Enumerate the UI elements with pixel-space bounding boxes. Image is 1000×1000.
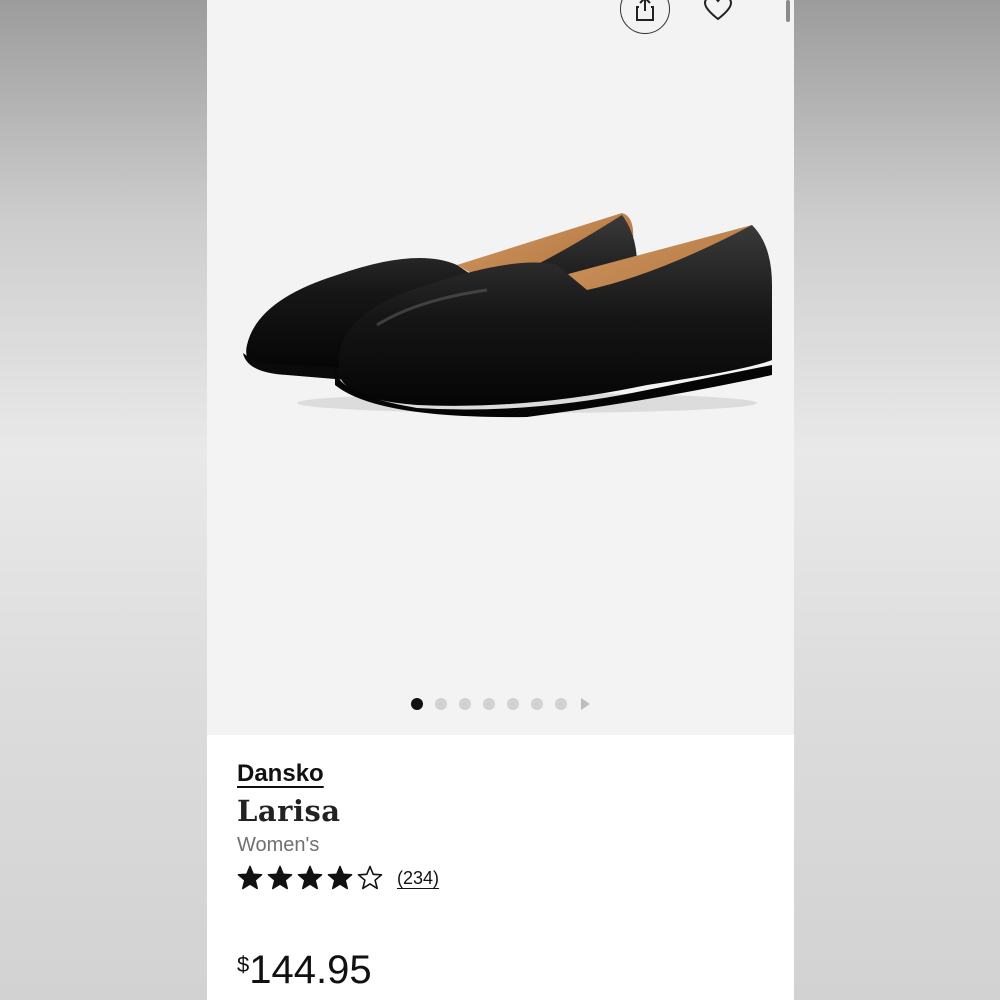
heart-icon bbox=[703, 0, 733, 21]
pagination-dot[interactable] bbox=[507, 698, 519, 710]
product-gender: Women's bbox=[237, 834, 320, 856]
product-info: Dansko Larisa Women's (234) bbox=[237, 760, 774, 891]
star-rating bbox=[237, 865, 383, 891]
pagination-dot[interactable] bbox=[555, 698, 567, 710]
chevron-right-icon[interactable] bbox=[581, 698, 590, 710]
review-count-link[interactable]: (234) bbox=[397, 868, 439, 889]
star-filled-icon bbox=[327, 865, 353, 890]
pagination-dot[interactable] bbox=[459, 698, 471, 710]
product-name: Larisa bbox=[237, 794, 341, 828]
backdrop-left bbox=[0, 0, 207, 1000]
favorite-button[interactable] bbox=[694, 0, 742, 32]
share-icon bbox=[636, 0, 654, 21]
star-filled-icon bbox=[267, 865, 293, 890]
pagination-dot[interactable] bbox=[531, 698, 543, 710]
gallery-pagination bbox=[207, 697, 794, 711]
pagination-dot[interactable] bbox=[411, 698, 423, 710]
product-image-gallery[interactable] bbox=[207, 0, 794, 735]
backdrop-right bbox=[794, 0, 1000, 1000]
star-filled-icon bbox=[297, 865, 323, 890]
scroll-indicator[interactable] bbox=[786, 0, 790, 22]
product-page: Dansko Larisa Women's (234) $144.95 bbox=[207, 0, 794, 1000]
price-amount: 144.95 bbox=[249, 948, 372, 992]
star-empty-icon bbox=[357, 865, 383, 890]
product-image[interactable] bbox=[227, 205, 772, 430]
star-filled-icon bbox=[237, 865, 263, 890]
brand-link[interactable]: Dansko bbox=[237, 760, 324, 788]
product-price: $144.95 bbox=[237, 948, 372, 993]
rating-row[interactable]: (234) bbox=[237, 865, 774, 891]
pagination-dot[interactable] bbox=[483, 698, 495, 710]
price-currency: $ bbox=[237, 952, 250, 977]
pagination-dot[interactable] bbox=[435, 698, 447, 710]
share-button[interactable] bbox=[620, 0, 670, 34]
